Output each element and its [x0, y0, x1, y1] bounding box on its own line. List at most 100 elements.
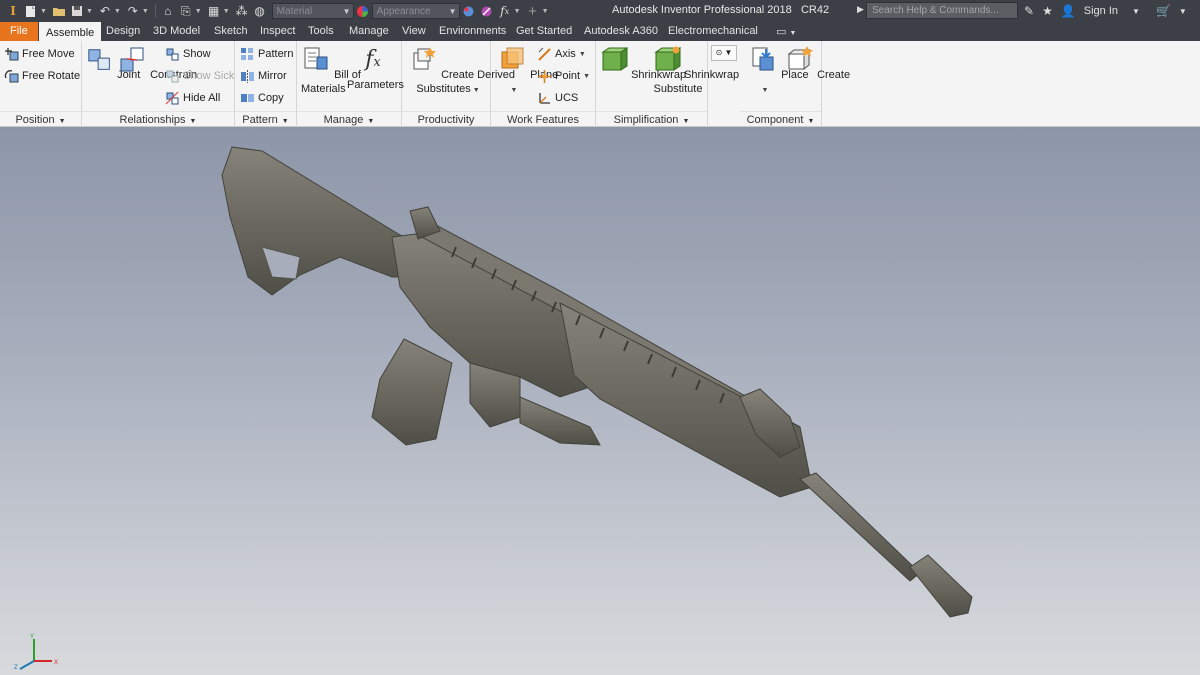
- ucs-button[interactable]: UCS: [537, 88, 578, 108]
- tab-file[interactable]: File: [0, 22, 38, 41]
- window-title: Autodesk Inventor Professional 2018 CR42: [612, 4, 829, 16]
- tab-environments[interactable]: Environments: [439, 22, 506, 41]
- tab-view[interactable]: View: [402, 22, 426, 41]
- redo-dropdown-icon[interactable]: ▼: [142, 8, 149, 15]
- shrinkwrap-substitute-button[interactable]: Shrinkwrap Substitute: [651, 43, 739, 96]
- undo-dropdown-icon[interactable]: ▼: [114, 8, 121, 15]
- customize-dropdown-icon[interactable]: ▼: [542, 8, 549, 15]
- clear-appearance-icon[interactable]: [478, 2, 496, 20]
- open-file-icon[interactable]: [50, 2, 68, 20]
- local-update-icon[interactable]: ⁂: [233, 2, 251, 20]
- search-expand-icon[interactable]: ▶: [857, 4, 864, 15]
- panel-manage-expand-icon: ▼: [367, 118, 375, 125]
- fx-dropdown-icon[interactable]: ▼: [514, 8, 521, 15]
- save-icon[interactable]: [68, 2, 86, 20]
- select-mode-icon[interactable]: ⎘: [177, 2, 195, 20]
- search-input[interactable]: Search Help & Commands...: [866, 2, 1018, 19]
- constrain-button[interactable]: Constrain: [117, 43, 197, 82]
- redo-icon[interactable]: ↷: [124, 2, 142, 20]
- panel-relationships-title: Relationships: [119, 114, 186, 126]
- appearance-select[interactable]: Appearance ▼: [371, 3, 460, 19]
- panel-simplification-footer[interactable]: Simplification ▼: [596, 111, 707, 127]
- update-icon[interactable]: ▦: [205, 2, 223, 20]
- undo-icon[interactable]: ↶: [96, 2, 114, 20]
- quick-access-toolbar: I ▼ ▼ ↶ ▼ ↷ ▼ ⌂ ⎘ ▼ ▦ ▼ ⁂ ◍ Material ▼ Ap…: [0, 0, 552, 22]
- tab-design[interactable]: Design: [106, 22, 140, 41]
- axis-button[interactable]: Axis ▼: [537, 44, 586, 64]
- panel-relationships-footer[interactable]: Relationships ▼: [82, 111, 234, 127]
- cart-dropdown-icon[interactable]: ▼: [1179, 7, 1187, 16]
- rifle-model[interactable]: [0, 127, 1200, 675]
- signin-dropdown-icon[interactable]: ▼: [1132, 7, 1140, 16]
- panel-overflow-button[interactable]: ⊙ ▼: [711, 45, 737, 61]
- star-icon[interactable]: ★: [1042, 4, 1053, 18]
- hide-all-button[interactable]: Hide All: [165, 88, 220, 108]
- copy-button[interactable]: Copy: [240, 88, 284, 108]
- panel-simplification-expand-icon: ▼: [682, 118, 690, 125]
- select-dropdown-icon[interactable]: ▼: [195, 8, 202, 15]
- point-label: Point: [555, 70, 581, 82]
- ribbon-display-options-icon[interactable]: ▭ ▼: [776, 25, 796, 38]
- update-dropdown-icon[interactable]: ▼: [223, 8, 230, 15]
- view-triad: Y X Z: [14, 634, 58, 671]
- globe-icon[interactable]: ◍: [251, 2, 269, 20]
- tab-inspect[interactable]: Inspect: [260, 22, 295, 41]
- parameters-label: Parameters: [347, 79, 404, 91]
- create-derived-substitutes-button[interactable]: Create Derived Substitutes ▼: [408, 43, 515, 98]
- free-move-button[interactable]: Free Move: [4, 44, 75, 64]
- show-sick-icon: [166, 70, 179, 82]
- show-button[interactable]: Show: [165, 44, 211, 64]
- mirror-button[interactable]: Mirror: [240, 66, 287, 86]
- tools-icon[interactable]: ✎: [1024, 4, 1034, 18]
- new-file-icon[interactable]: [22, 2, 40, 20]
- axis-dropdown-icon: ▼: [578, 50, 586, 58]
- panel-pattern-footer[interactable]: Pattern ▼: [235, 111, 296, 127]
- tab-assemble[interactable]: Assemble: [39, 22, 102, 41]
- save-dropdown-icon[interactable]: ▼: [86, 8, 93, 15]
- tab-autodesk-a360[interactable]: Autodesk A360: [584, 22, 658, 41]
- tab-tools[interactable]: Tools: [308, 22, 334, 41]
- create-derived-dropdown-icon: ▼: [470, 87, 480, 94]
- parameters-button[interactable]: fx Parameters: [347, 43, 404, 92]
- point-button[interactable]: Point ▼: [537, 66, 590, 86]
- place-button[interactable]: Place ▼: [748, 43, 809, 98]
- tab-get-started[interactable]: Get Started: [516, 22, 572, 41]
- ucs-label: UCS: [555, 92, 579, 104]
- show-label: Show: [183, 48, 211, 60]
- adjust-appearance-icon[interactable]: [460, 2, 478, 20]
- show-sick-button[interactable]: Show Sick: [165, 66, 234, 86]
- panel-component-footer[interactable]: Component ▼: [740, 111, 821, 127]
- bill-of-materials-button[interactable]: Bill of Materials: [301, 43, 361, 96]
- plus-icon[interactable]: +: [524, 2, 542, 20]
- cart-icon[interactable]: 🛒: [1156, 4, 1171, 18]
- create-component-button[interactable]: Create: [784, 43, 850, 82]
- user-icon[interactable]: 👤: [1061, 4, 1076, 18]
- tab-electromechanical[interactable]: Electromechanical: [668, 22, 758, 41]
- tab-3d-model[interactable]: 3D Model: [153, 22, 200, 41]
- panel-manage-footer[interactable]: Manage ▼: [297, 111, 401, 127]
- material-select[interactable]: Material ▼: [271, 3, 354, 19]
- panel-productivity-title: Productivity: [417, 114, 475, 126]
- panel-pattern-expand-icon: ▼: [281, 118, 289, 125]
- point-icon: [538, 69, 551, 83]
- fx-parameters-icon[interactable]: fx: [496, 2, 514, 20]
- pattern-button[interactable]: Pattern: [240, 44, 293, 64]
- sign-in-link[interactable]: Sign In: [1084, 5, 1118, 17]
- appearance-sphere-icon[interactable]: [354, 2, 372, 20]
- graphics-viewport[interactable]: Y X Z: [0, 127, 1200, 675]
- free-rotate-button[interactable]: Free Rotate: [4, 66, 80, 86]
- tab-sketch[interactable]: Sketch: [214, 22, 248, 41]
- panel-position-footer[interactable]: Position ▼: [0, 111, 81, 127]
- shrinkwrap-button[interactable]: Shrinkwrap: [598, 43, 686, 82]
- plane-button[interactable]: Plane ▼: [497, 43, 558, 98]
- document-name: CR42: [800, 4, 830, 16]
- tab-manage[interactable]: Manage: [349, 22, 389, 41]
- home-icon[interactable]: ⌂: [159, 2, 177, 20]
- place-dropdown-icon: ▼: [761, 87, 769, 94]
- panel-component: Place ▼ Create Component ▼: [740, 41, 850, 127]
- pattern-icon: [241, 47, 253, 60]
- joint-button[interactable]: Joint: [86, 43, 140, 82]
- inventor-logo-icon[interactable]: I: [4, 2, 22, 20]
- hide-all-icon: [165, 91, 179, 104]
- new-dropdown-icon[interactable]: ▼: [40, 8, 47, 15]
